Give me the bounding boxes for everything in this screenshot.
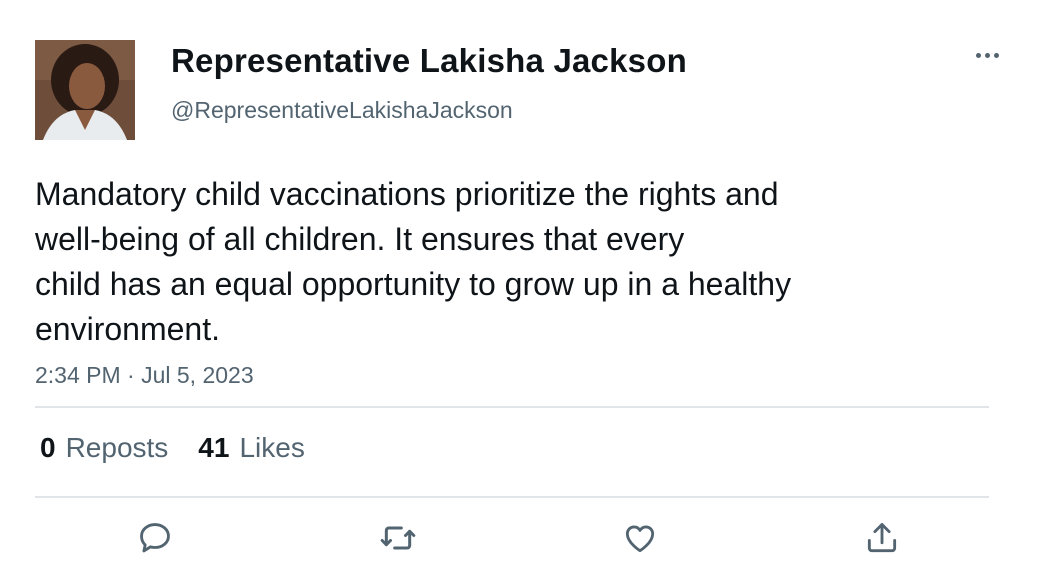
- repost-icon: [380, 526, 416, 550]
- likes-count: 41: [198, 432, 230, 463]
- divider: [35, 406, 989, 408]
- like-button[interactable]: [620, 518, 660, 558]
- repost-button[interactable]: [378, 518, 418, 558]
- like-icon: [625, 525, 655, 553]
- avatar[interactable]: [35, 40, 135, 140]
- display-name[interactable]: Representative Lakisha Jackson: [171, 42, 687, 80]
- timestamp[interactable]: 2:34 PM · Jul 5, 2023: [35, 362, 254, 389]
- tweet-text-line: environment.: [35, 311, 220, 347]
- more-options-icon[interactable]: [968, 42, 1008, 70]
- tweet-text-line: child has an equal opportunity to grow u…: [35, 266, 792, 302]
- share-button[interactable]: [862, 518, 902, 558]
- share-icon: [867, 523, 897, 553]
- likes-label: Likes: [239, 432, 305, 463]
- tweet-text: Mandatory child vaccinations prioritize …: [35, 172, 935, 352]
- reposts-stat[interactable]: 0 Reposts: [40, 432, 168, 464]
- reply-button[interactable]: [135, 518, 175, 558]
- likes-stat[interactable]: 41 Likes: [198, 432, 305, 464]
- tweet-text-line: Mandatory child vaccinations prioritize …: [35, 176, 779, 212]
- user-handle[interactable]: @RepresentativeLakishaJackson: [171, 97, 513, 124]
- tweet-text-line: well-being of all children. It ensures t…: [35, 221, 685, 257]
- reposts-label: Reposts: [65, 432, 169, 463]
- divider: [35, 496, 989, 498]
- engagement-stats: 0 Reposts 41 Likes: [40, 432, 305, 464]
- reposts-count: 0: [40, 432, 56, 463]
- reply-icon: [140, 523, 170, 553]
